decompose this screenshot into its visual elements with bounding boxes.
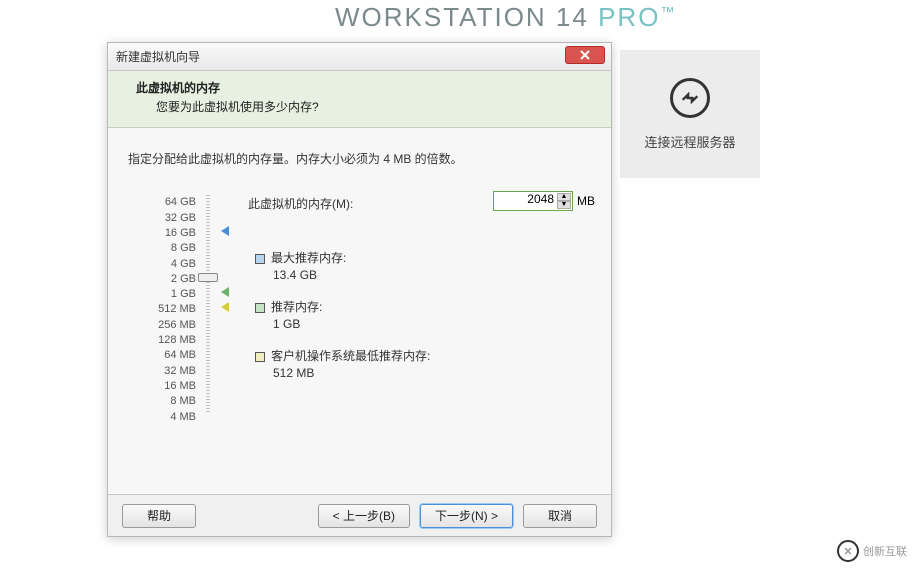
scale-tick-label: 64 GB bbox=[136, 195, 196, 210]
reco-recommended: 推荐内存: 1 GB bbox=[255, 298, 430, 331]
close-button[interactable] bbox=[565, 46, 605, 64]
scale-tick-label: 128 MB bbox=[136, 333, 196, 348]
recommendations: 最大推荐内存: 13.4 GB 推荐内存: 1 GB 客户机操作系统最低推荐内存… bbox=[255, 249, 430, 396]
scale-tick-label: 4 MB bbox=[136, 410, 196, 425]
scale-tick-label: 16 GB bbox=[136, 226, 196, 241]
square-icon bbox=[255, 352, 265, 362]
watermark: ✕ 创新互联 bbox=[837, 540, 907, 562]
memory-spinner[interactable]: 2048 ▲ ▼ bbox=[493, 191, 573, 211]
scale-tick-label: 32 MB bbox=[136, 364, 196, 379]
square-icon bbox=[255, 303, 265, 313]
help-button[interactable]: 帮助 bbox=[122, 504, 196, 528]
product-edition: PRO bbox=[598, 2, 660, 32]
spinner-arrows[interactable]: ▲ ▼ bbox=[557, 193, 571, 209]
wizard-header-sub: 您要为此虚拟机使用多少内存? bbox=[136, 98, 599, 117]
back-button[interactable]: < 上一步(B) bbox=[318, 504, 410, 528]
wizard-header-title: 此虚拟机的内存 bbox=[136, 79, 599, 98]
square-icon bbox=[255, 254, 265, 264]
recommended-marker-icon bbox=[221, 287, 229, 297]
memory-slider-track[interactable] bbox=[206, 195, 210, 413]
wizard-footer: 帮助 < 上一步(B) 下一步(N) > 取消 bbox=[108, 494, 611, 536]
remote-server-tile[interactable]: 连接远程服务器 bbox=[620, 50, 760, 178]
reco-label: 最大推荐内存: bbox=[271, 251, 346, 265]
cancel-button[interactable]: 取消 bbox=[523, 504, 597, 528]
remote-icon bbox=[670, 78, 710, 118]
reco-value: 512 MB bbox=[255, 366, 430, 380]
scale-tick-label: 16 MB bbox=[136, 379, 196, 394]
scale-tick-label: 64 MB bbox=[136, 348, 196, 363]
scale-tick-label: 8 MB bbox=[136, 394, 196, 409]
memory-slider-thumb[interactable] bbox=[198, 273, 218, 282]
reco-label: 客户机操作系统最低推荐内存: bbox=[271, 349, 430, 363]
max-marker-icon bbox=[221, 226, 229, 236]
memory-scale: 64 GB 32 GB 16 GB 8 GB 4 GB 2 GB 1 GB 51… bbox=[136, 195, 196, 424]
next-button[interactable]: 下一步(N) > bbox=[420, 504, 513, 528]
product-title: WORKSTATION 14 PRO™ bbox=[335, 2, 676, 33]
scale-tick-label: 4 GB bbox=[136, 257, 196, 272]
reco-value: 1 GB bbox=[255, 317, 430, 331]
memory-area: 此虚拟机的内存(M): 2048 ▲ ▼ MB 64 GB 32 GB 16 G… bbox=[128, 195, 595, 435]
watermark-text: 创新互联 bbox=[863, 543, 907, 559]
spinner-up-icon[interactable]: ▲ bbox=[557, 193, 571, 201]
scale-tick-label: 256 MB bbox=[136, 318, 196, 333]
product-name: WORKSTATION 14 bbox=[335, 2, 589, 32]
remote-label: 连接远程服务器 bbox=[644, 132, 735, 151]
scale-tick-label: 512 MB bbox=[136, 302, 196, 317]
min-marker-icon bbox=[221, 302, 229, 312]
memory-unit: MB bbox=[577, 194, 595, 208]
reco-max: 最大推荐内存: 13.4 GB bbox=[255, 249, 430, 282]
reco-label: 推荐内存: bbox=[271, 300, 322, 314]
titlebar[interactable]: 新建虚拟机向导 bbox=[108, 43, 611, 71]
spinner-down-icon[interactable]: ▼ bbox=[557, 201, 571, 209]
memory-value: 2048 bbox=[527, 192, 554, 206]
reco-value: 13.4 GB bbox=[255, 268, 430, 282]
scale-tick-label: 32 GB bbox=[136, 211, 196, 226]
memory-hint: 指定分配给此虚拟机的内存量。内存大小必须为 4 MB 的倍数。 bbox=[128, 150, 595, 167]
memory-input-label: 此虚拟机的内存(M): bbox=[248, 195, 353, 212]
watermark-logo-icon: ✕ bbox=[837, 540, 859, 562]
wizard-header: 此虚拟机的内存 您要为此虚拟机使用多少内存? bbox=[108, 71, 611, 128]
trademark: ™ bbox=[660, 3, 676, 19]
new-vm-wizard-dialog: 新建虚拟机向导 此虚拟机的内存 您要为此虚拟机使用多少内存? 指定分配给此虚拟机… bbox=[107, 42, 612, 537]
dialog-title: 新建虚拟机向导 bbox=[116, 48, 200, 65]
wizard-content: 指定分配给此虚拟机的内存量。内存大小必须为 4 MB 的倍数。 此虚拟机的内存(… bbox=[108, 128, 611, 445]
scale-tick-label: 8 GB bbox=[136, 241, 196, 256]
scale-tick-label: 2 GB bbox=[136, 272, 196, 287]
scale-tick-label: 1 GB bbox=[136, 287, 196, 302]
memory-input-row: 2048 ▲ ▼ MB bbox=[493, 191, 595, 211]
reco-min: 客户机操作系统最低推荐内存: 512 MB bbox=[255, 347, 430, 380]
